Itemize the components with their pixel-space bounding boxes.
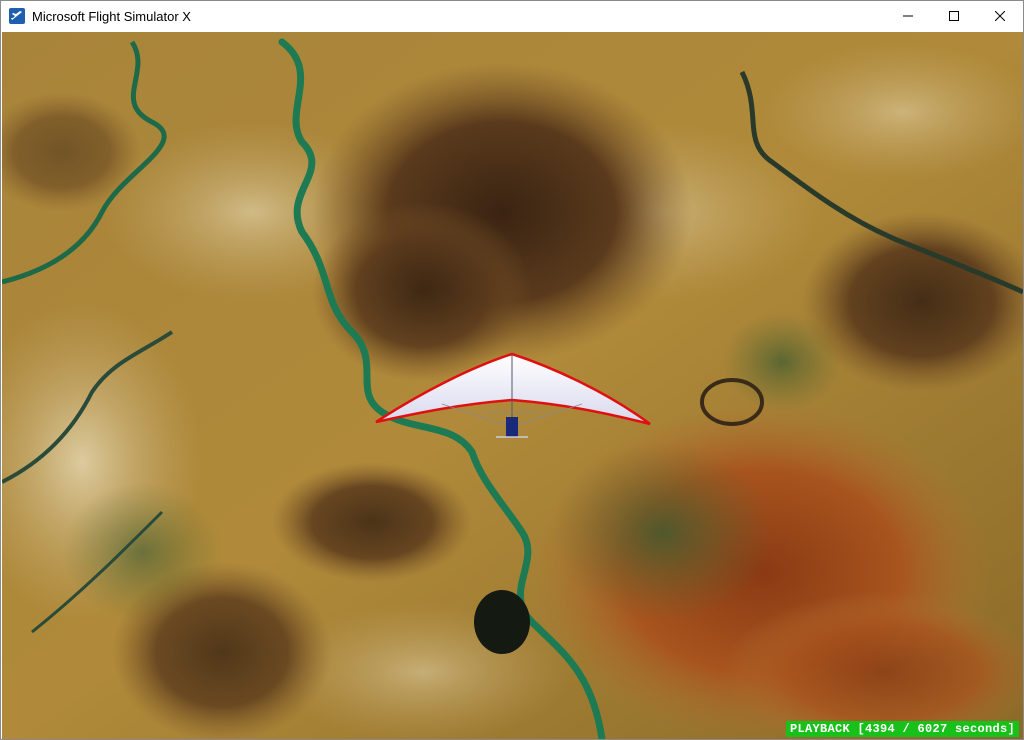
app-window: Microsoft Flight Simulator X PLAYBACK [4… — [0, 0, 1024, 740]
simulator-viewport[interactable]: PLAYBACK [4394 / 6027 seconds] — [2, 32, 1023, 739]
playback-status: PLAYBACK [4394 / 6027 seconds] — [785, 721, 1019, 737]
window-controls — [885, 1, 1023, 31]
title-bar[interactable]: Microsoft Flight Simulator X — [1, 1, 1023, 31]
airplane-icon — [9, 8, 25, 24]
maximize-button[interactable] — [931, 1, 977, 31]
maximize-icon — [949, 11, 959, 21]
window-title: Microsoft Flight Simulator X — [32, 8, 191, 24]
terrain-scene — [2, 32, 1023, 739]
minimize-button[interactable] — [885, 1, 931, 31]
minimize-icon — [903, 15, 913, 17]
close-icon — [995, 11, 1005, 21]
close-button[interactable] — [977, 1, 1023, 31]
